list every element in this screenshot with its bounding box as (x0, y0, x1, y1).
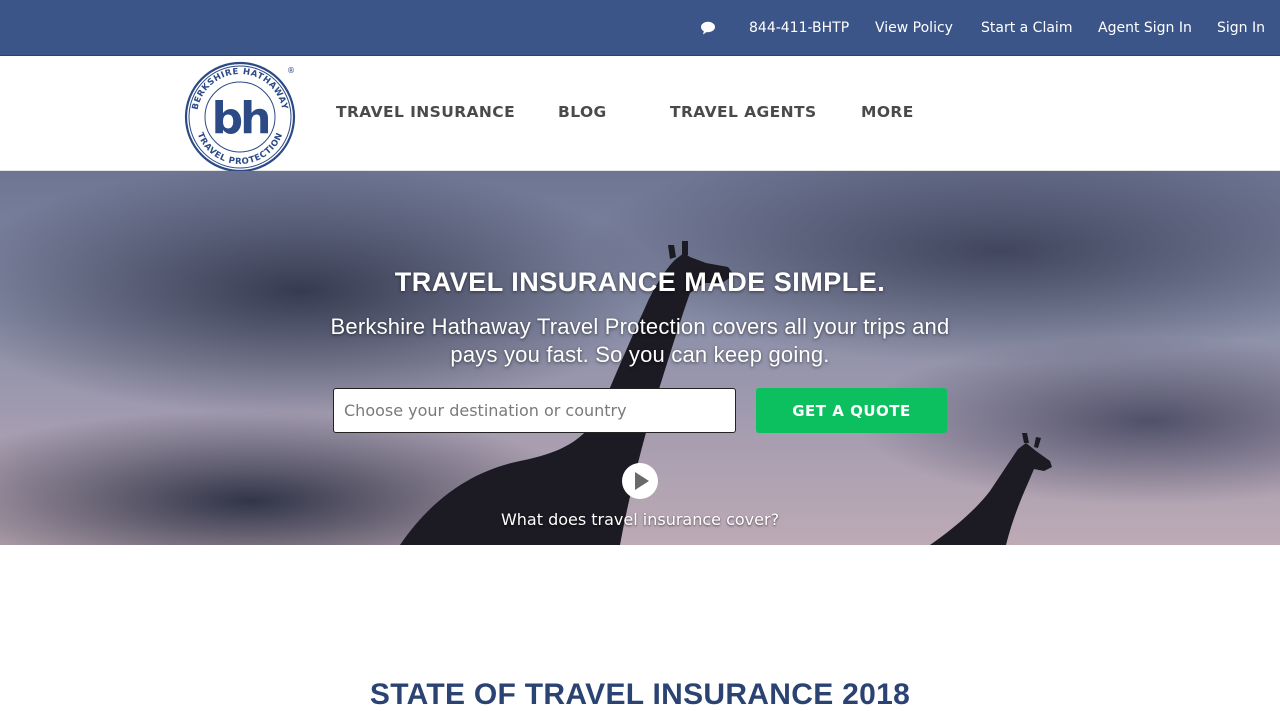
nav-blog[interactable]: BLOG (558, 103, 607, 121)
section-title: STATE OF TRAVEL INSURANCE 2018 (369, 678, 911, 711)
hero-banner: TRAVEL INSURANCE MADE SIMPLE. Berkshire … (0, 171, 1280, 545)
view-policy-link[interactable]: View Policy (875, 0, 953, 56)
sign-in-link[interactable]: Sign In (1217, 0, 1265, 56)
agent-sign-in-link[interactable]: Agent Sign In (1098, 0, 1192, 56)
hero-subtitle: Berkshire Hathaway Travel Protection cov… (330, 314, 950, 367)
svg-text:bh: bh (212, 93, 269, 144)
get-a-quote-button[interactable]: GET A QUOTE (756, 388, 947, 433)
utility-bar: 844-411-BHTP View Policy Start a Claim A… (0, 0, 1280, 56)
phone-link[interactable]: 844-411-BHTP (749, 0, 849, 56)
nav-more[interactable]: MORE (861, 103, 914, 121)
bh-logo[interactable]: BERKSHIRE HATHAWAY TRAVEL PROTECTION bh … (181, 61, 299, 171)
nav-travel-agents[interactable]: TRAVEL AGENTS (670, 103, 817, 121)
play-icon[interactable] (621, 462, 659, 500)
main-nav: BERKSHIRE HATHAWAY TRAVEL PROTECTION bh … (0, 56, 1280, 171)
destination-input[interactable] (333, 388, 736, 433)
video-link[interactable]: What does travel insurance cover? (0, 510, 1280, 529)
svg-text:®: ® (287, 66, 295, 75)
start-claim-link[interactable]: Start a Claim (981, 0, 1072, 56)
chat-bubble-icon[interactable] (700, 20, 716, 36)
hero-title: TRAVEL INSURANCE MADE SIMPLE. (394, 267, 886, 297)
nav-travel-insurance[interactable]: TRAVEL INSURANCE (336, 103, 515, 121)
